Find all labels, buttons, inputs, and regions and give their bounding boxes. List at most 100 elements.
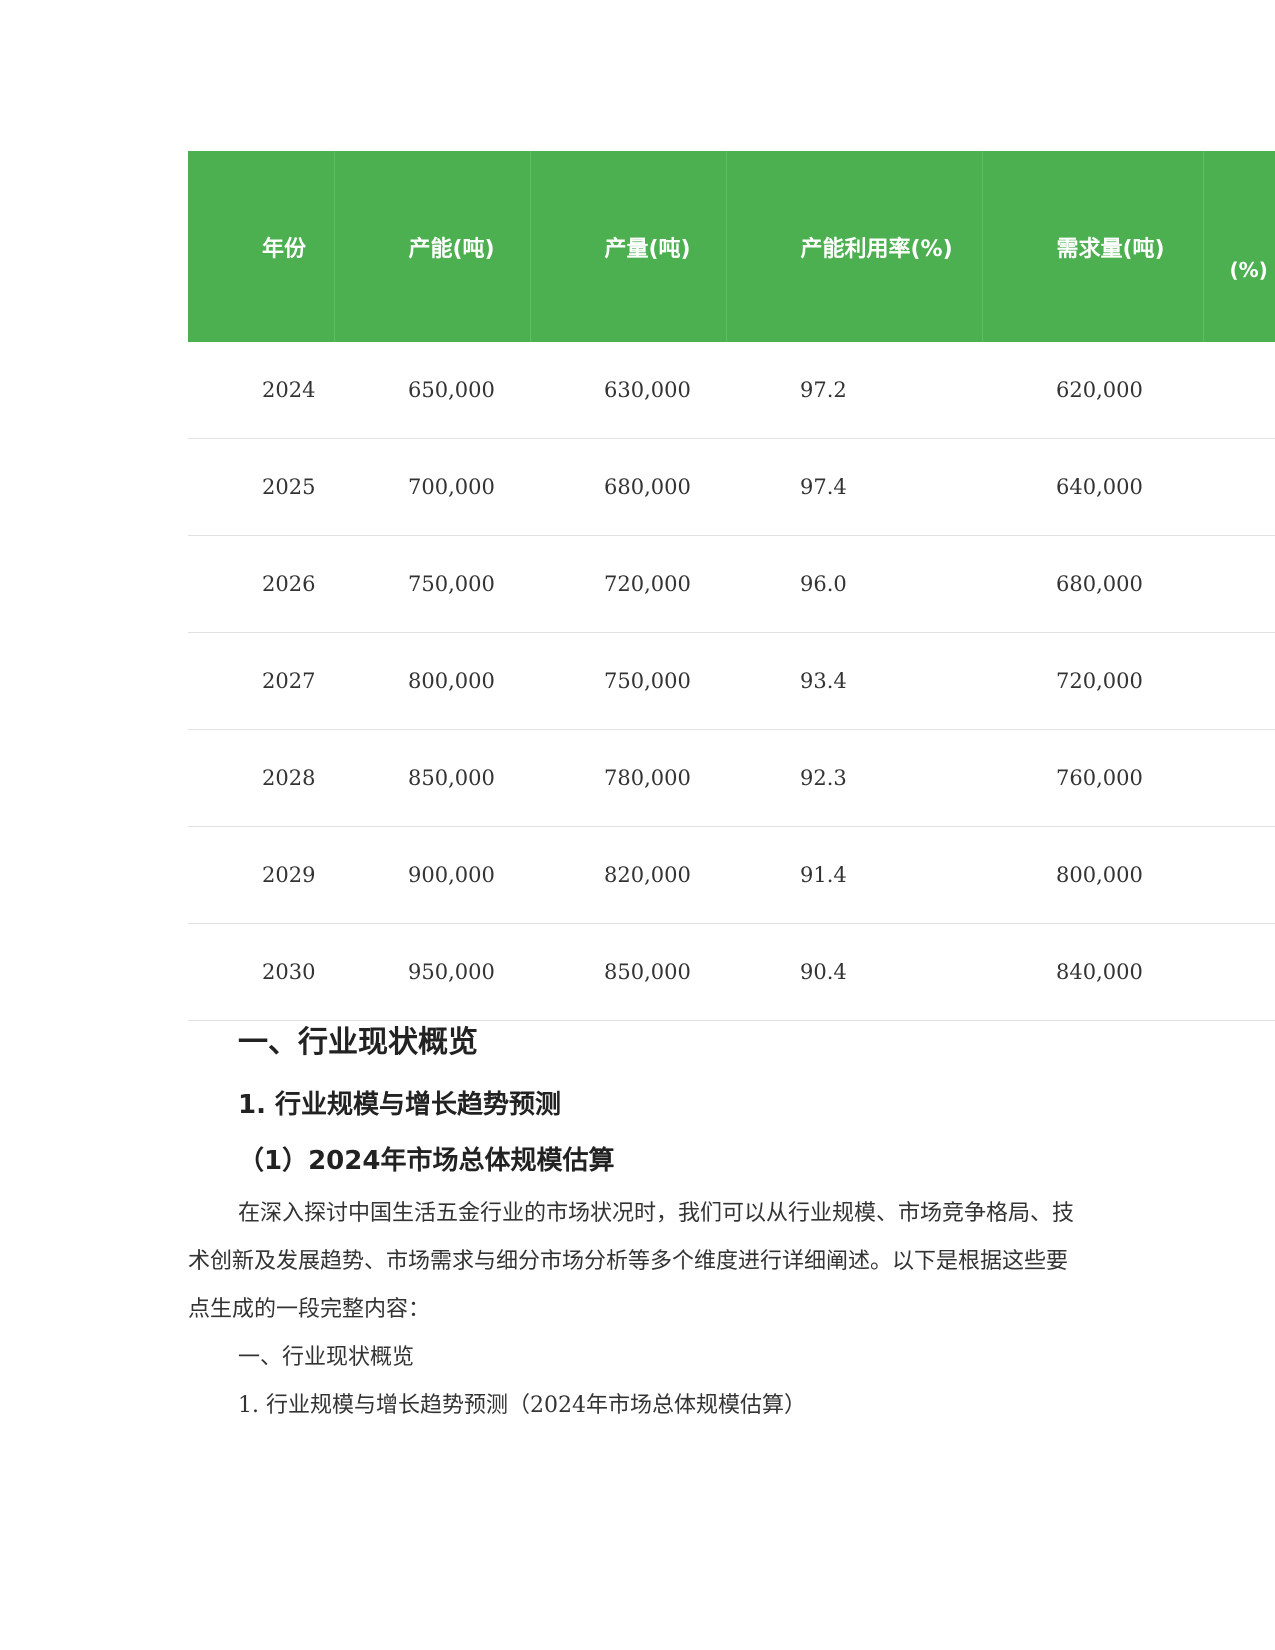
header-share-partial: (%) <box>1203 151 1275 342</box>
cell-demand: 800,000 <box>982 826 1203 924</box>
cell-year: 2027 <box>188 632 334 730</box>
capacity-table: 年份 产能(吨) 产量(吨) 产能利用率(%) 需求量(吨) (%) 2024 … <box>188 151 1275 1021</box>
cell-partial <box>1203 729 1275 827</box>
cell-output: 820,000 <box>530 826 726 924</box>
header-output: 产量(吨) <box>530 151 727 342</box>
table-row: 2030 950,000 850,000 90.4 840,000 <box>188 923 1275 1021</box>
cell-text: 620,000 <box>1056 378 1143 402</box>
cell-text: 900,000 <box>408 863 495 887</box>
cell-text: 2025 <box>262 475 316 499</box>
header-utilization: 产能利用率(%) <box>726 151 983 342</box>
cell-text: 2028 <box>262 766 316 790</box>
cell-utilization: 93.4 <box>726 632 982 730</box>
header-label: 年份 <box>262 236 307 262</box>
cell-demand: 760,000 <box>982 729 1203 827</box>
cell-text: 90.4 <box>800 960 847 984</box>
subsection-heading: 1. 行业规模与增长趋势预测 <box>238 1090 562 1120</box>
cell-partial <box>1203 826 1275 924</box>
cell-text: 97.4 <box>800 475 847 499</box>
cell-text: 750,000 <box>408 572 495 596</box>
cell-utilization: 96.0 <box>726 535 982 633</box>
table-row: 2027 800,000 750,000 93.4 720,000 <box>188 632 1275 730</box>
cell-text: 2024 <box>262 378 316 402</box>
cell-utilization: 92.3 <box>726 729 982 827</box>
cell-demand: 640,000 <box>982 438 1203 536</box>
cell-utilization: 90.4 <box>726 923 982 1021</box>
cell-text: 800,000 <box>408 669 495 693</box>
cell-text: 700,000 <box>408 475 495 499</box>
header-label: 产能(吨) <box>408 236 495 262</box>
cell-capacity: 850,000 <box>334 729 530 827</box>
cell-text: 630,000 <box>604 378 691 402</box>
table-header-row: 年份 产能(吨) 产量(吨) 产能利用率(%) 需求量(吨) (%) <box>188 151 1275 342</box>
cell-capacity: 950,000 <box>334 923 530 1021</box>
cell-text: 820,000 <box>604 863 691 887</box>
cell-text: 97.2 <box>800 378 847 402</box>
cell-text: 640,000 <box>1056 475 1143 499</box>
cell-demand: 620,000 <box>982 342 1203 439</box>
cell-text: 680,000 <box>1056 572 1143 596</box>
cell-text: 950,000 <box>408 960 495 984</box>
cell-output: 850,000 <box>530 923 726 1021</box>
cell-capacity: 800,000 <box>334 632 530 730</box>
cell-partial <box>1203 342 1275 439</box>
cell-capacity: 750,000 <box>334 535 530 633</box>
section-heading: 一、行业现状概览 <box>238 1025 478 1060</box>
cell-text: 850,000 <box>408 766 495 790</box>
cell-year: 2025 <box>188 438 334 536</box>
table-row: 2026 750,000 720,000 96.0 680,000 <box>188 535 1275 633</box>
cell-text: 800,000 <box>1056 863 1143 887</box>
cell-text: 720,000 <box>1056 669 1143 693</box>
cell-demand: 840,000 <box>982 923 1203 1021</box>
sub-subsection-heading: （1）2024年市场总体规模估算 <box>238 1146 615 1176</box>
cell-utilization: 97.2 <box>726 342 982 439</box>
header-label: 产能利用率(%) <box>800 236 953 262</box>
table-row: 2025 700,000 680,000 97.4 640,000 <box>188 438 1275 536</box>
cell-year: 2030 <box>188 923 334 1021</box>
header-label: 需求量(吨) <box>1056 236 1165 262</box>
table-row: 2029 900,000 820,000 91.4 800,000 <box>188 826 1275 924</box>
body-line: 1. 行业规模与增长趋势预测（2024年市场总体规模估算） <box>238 1393 806 1418</box>
cell-partial <box>1203 438 1275 536</box>
cell-text: 780,000 <box>604 766 691 790</box>
cell-text: 850,000 <box>604 960 691 984</box>
data-table-container: 年份 产能(吨) 产量(吨) 产能利用率(%) 需求量(吨) (%) 2024 … <box>188 151 1275 1021</box>
cell-text: 750,000 <box>604 669 691 693</box>
cell-utilization: 91.4 <box>726 826 982 924</box>
cell-text: 96.0 <box>800 572 847 596</box>
cell-capacity: 650,000 <box>334 342 530 439</box>
cell-output: 720,000 <box>530 535 726 633</box>
cell-year: 2028 <box>188 729 334 827</box>
cell-text: 2029 <box>262 863 316 887</box>
cell-year: 2026 <box>188 535 334 633</box>
cell-text: 680,000 <box>604 475 691 499</box>
header-demand: 需求量(吨) <box>982 151 1204 342</box>
header-capacity: 产能(吨) <box>334 151 531 342</box>
body-paragraph: 在深入探讨中国生活五金行业的市场状况时，我们可以从行业规模、市场竞争格局、技术创… <box>188 1201 1075 1322</box>
table-row: 2028 850,000 780,000 92.3 760,000 <box>188 729 1275 827</box>
body-line: 一、行业现状概览 <box>238 1345 415 1370</box>
cell-partial <box>1203 535 1275 633</box>
cell-utilization: 97.4 <box>726 438 982 536</box>
cell-partial <box>1203 923 1275 1021</box>
cell-output: 630,000 <box>530 342 726 439</box>
cell-text: 92.3 <box>800 766 847 790</box>
cell-text: 91.4 <box>800 863 847 887</box>
cell-demand: 720,000 <box>982 632 1203 730</box>
header-year: 年份 <box>188 151 335 342</box>
cell-partial <box>1203 632 1275 730</box>
cell-year: 2024 <box>188 342 334 439</box>
cell-text: 760,000 <box>1056 766 1143 790</box>
cell-capacity: 900,000 <box>334 826 530 924</box>
cell-text: 650,000 <box>408 378 495 402</box>
cell-text: 2030 <box>262 960 316 984</box>
cell-text: 2027 <box>262 669 316 693</box>
cell-text: 2026 <box>262 572 316 596</box>
table-row: 2024 650,000 630,000 97.2 620,000 <box>188 342 1275 439</box>
cell-text: 93.4 <box>800 669 847 693</box>
cell-text: 720,000 <box>604 572 691 596</box>
header-label: 产量(吨) <box>604 236 691 262</box>
cell-year: 2029 <box>188 826 334 924</box>
cell-capacity: 700,000 <box>334 438 530 536</box>
cell-output: 780,000 <box>530 729 726 827</box>
